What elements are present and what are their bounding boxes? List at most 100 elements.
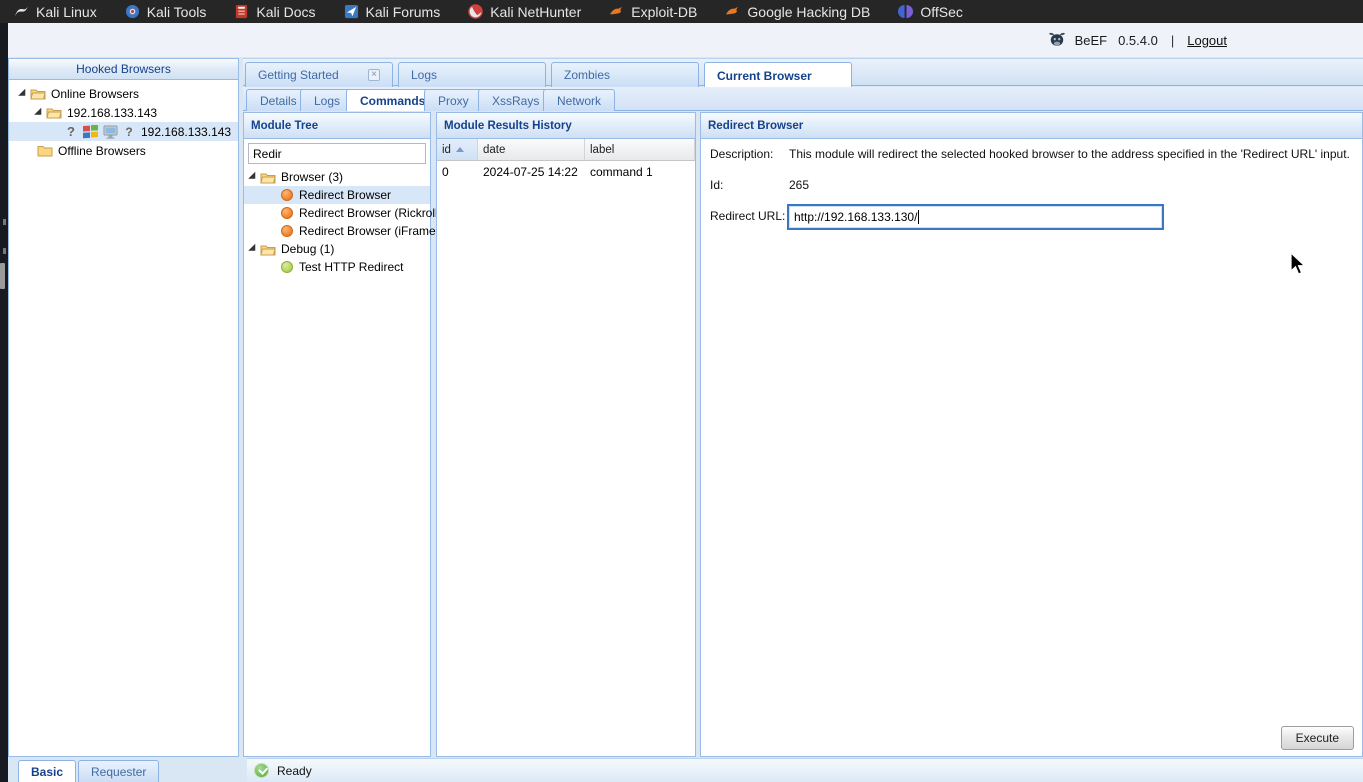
cell-id: 0 [437,165,478,179]
bookmark-offsec[interactable]: OffSec [898,4,963,20]
results-history-title: Module Results History [444,120,572,132]
exploit-db-icon [609,4,624,19]
tree-node-label: Online Browsers [51,87,139,101]
tab-getting-started[interactable]: Getting Started × [245,62,393,87]
module-dot-green-icon [281,261,293,273]
subtab-proxy[interactable]: Proxy [424,89,483,111]
bookmark-label: Kali Tools [147,4,207,20]
bookmark-google-hacking-db[interactable]: Google Hacking DB [725,4,870,20]
module-folder-browser[interactable]: Browser (3) [244,168,430,186]
kali-forums-icon [344,4,359,19]
expand-arrow-icon[interactable] [34,107,45,118]
kali-nethunter-icon [468,4,483,19]
id-value: 265 [789,178,809,192]
subtab-label: Details [260,94,297,108]
redirect-browser-header: Redirect Browser [701,113,1362,139]
module-tree: Browser (3) Redirect Browser Redirect Br… [244,168,430,276]
unknown-agent-icon: ? [123,125,135,139]
module-test-http-redirect[interactable]: Test HTTP Redirect [244,258,430,276]
cell-date: 2024-07-25 14:22 [478,165,585,179]
hooked-browsers-title: Hooked Browsers [76,62,171,76]
beef-logo-icon [1048,32,1066,48]
browser-bookmarks-bar: Kali Linux Kali Tools Kali Docs Kali For… [0,0,1363,23]
column-header-id[interactable]: id [437,139,478,160]
google-hacking-db-icon [725,4,740,19]
bookmark-kali-tools[interactable]: Kali Tools [125,4,207,20]
column-header-label[interactable]: label [585,139,695,160]
kali-docs-icon [234,4,249,19]
kali-tools-icon [125,4,140,19]
tab-current-browser[interactable]: Current Browser [704,62,852,88]
module-redirect-rickroll[interactable]: Redirect Browser (Rickroll) [244,204,430,222]
text-caret [918,210,919,224]
module-search-input[interactable] [248,143,426,164]
tree-node-hooked-browser[interactable]: ? ? 192.168.133.143 [9,122,238,141]
edge-scroll-thumb[interactable] [0,263,5,289]
bookmark-kali-docs[interactable]: Kali Docs [234,4,315,20]
bookmark-kali-linux[interactable]: Kali Linux [14,4,97,20]
module-label: Redirect Browser (Rickroll) [299,206,442,220]
tab-zombies[interactable]: Zombies [551,62,699,87]
results-row[interactable]: 0 2024-07-25 14:22 command 1 [437,161,695,182]
module-folder-label: Browser (3) [281,170,343,184]
window-edge-strip [0,23,8,782]
hooked-browsers-tree: Online Browsers 192.168.133.143 ? ? 192.… [9,80,238,160]
logout-link[interactable]: Logout [1187,33,1227,48]
module-dot-orange-icon [281,207,293,219]
expand-arrow-icon[interactable] [18,88,29,99]
description-label: Description: [710,147,789,161]
execute-button[interactable]: Execute [1281,726,1354,750]
bookmark-label: Exploit-DB [631,4,697,20]
module-label: Test HTTP Redirect [299,260,403,274]
folder-open-icon [260,171,276,184]
tree-node-offline-browsers[interactable]: Offline Browsers [9,141,238,160]
close-tab-icon[interactable]: × [368,69,380,81]
subtab-network[interactable]: Network [543,89,615,111]
bookmark-label: Kali Linux [36,4,97,20]
module-dot-orange-icon [281,189,293,201]
redirect-url-row: Redirect URL: [710,209,789,223]
id-label: Id: [710,178,789,192]
results-grid-header: id date label [437,139,695,161]
subtab-label: Network [557,94,601,108]
module-folder-debug[interactable]: Debug (1) [244,240,430,258]
redirect-browser-title: Redirect Browser [708,120,803,132]
folder-open-icon [260,243,276,256]
bookmark-label: OffSec [920,4,963,20]
expand-arrow-icon[interactable] [248,172,259,183]
sort-ascending-icon [456,147,464,152]
column-label: label [590,144,614,156]
expand-arrow-icon[interactable] [248,244,259,255]
tab-requester[interactable]: Requester [78,760,159,782]
bookmark-exploit-db[interactable]: Exploit-DB [609,4,697,20]
bookmark-label: Kali NetHunter [490,4,581,20]
hooked-browsers-header[interactable]: Hooked Browsers [9,59,238,80]
tab-label: Basic [31,765,63,779]
column-header-date[interactable]: date [478,139,585,160]
tab-label: Zombies [564,68,610,82]
redirect-url-input[interactable]: http://192.168.133.130/ [787,204,1164,230]
bookmark-kali-nethunter[interactable]: Kali NetHunter [468,4,581,20]
bookmark-kali-forums[interactable]: Kali Forums [344,4,441,20]
id-row: Id: 265 [710,178,809,192]
bookmark-label: Google Hacking DB [747,4,870,20]
tree-node-label: Offline Browsers [58,144,146,158]
status-bar: Ready [247,758,1363,782]
redirect-url-label: Redirect URL: [710,209,789,223]
app-name: BeEF [1075,33,1108,48]
hooked-browser-label: 192.168.133.143 [141,125,231,139]
subtab-label: Commands [360,94,425,108]
tab-logs[interactable]: Logs [398,62,546,87]
description-row: Description: This module will redirect t… [710,147,1350,161]
tab-label: Logs [411,68,437,82]
tab-basic[interactable]: Basic [18,760,76,782]
tab-label: Requester [91,765,146,779]
module-label: Redirect Browser (iFrame) [299,224,440,238]
tree-node-host[interactable]: 192.168.133.143 [9,103,238,122]
tree-node-label: 192.168.133.143 [67,106,157,120]
module-redirect-browser[interactable]: Redirect Browser [244,186,430,204]
folder-open-icon [46,106,62,119]
subtab-label: XssRays [492,94,539,108]
tree-node-online-browsers[interactable]: Online Browsers [9,84,238,103]
module-redirect-iframe[interactable]: Redirect Browser (iFrame) [244,222,430,240]
